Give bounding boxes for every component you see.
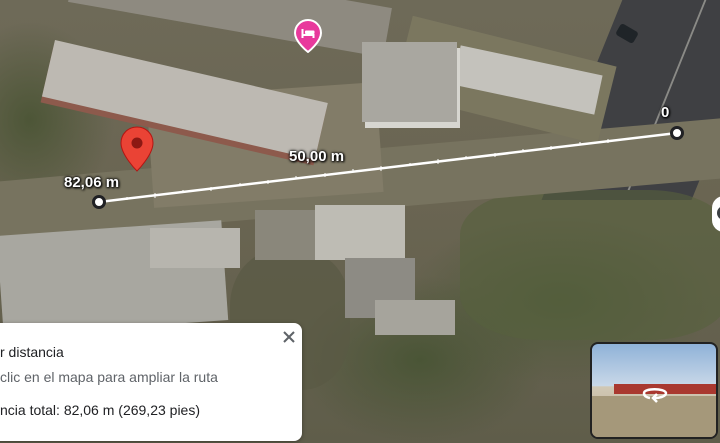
measure-path: [98, 131, 678, 204]
card-title: r distancia: [0, 344, 64, 360]
measure-end-point[interactable]: [670, 126, 684, 140]
measure-start-point[interactable]: [92, 195, 106, 209]
street-view-thumbnail[interactable]: [590, 342, 718, 439]
map-side-control[interactable]: [712, 196, 720, 232]
distance-label-middle: 50,00 m: [289, 148, 345, 165]
measure-distance-card: r distancia clic en el mapa para ampliar…: [0, 323, 302, 441]
distance-label-start: 82,06 m: [64, 174, 120, 191]
hotel-pin-icon[interactable]: [294, 19, 322, 53]
rotate-360-icon: [642, 388, 668, 403]
card-hint: clic en el mapa para ampliar la ruta: [0, 369, 218, 385]
distance-label-end: 0: [661, 104, 670, 121]
total-distance: ncia total: 82,06 m (269,23 pies): [0, 402, 201, 418]
close-icon[interactable]: [280, 328, 298, 346]
location-pin-icon[interactable]: [120, 126, 154, 172]
